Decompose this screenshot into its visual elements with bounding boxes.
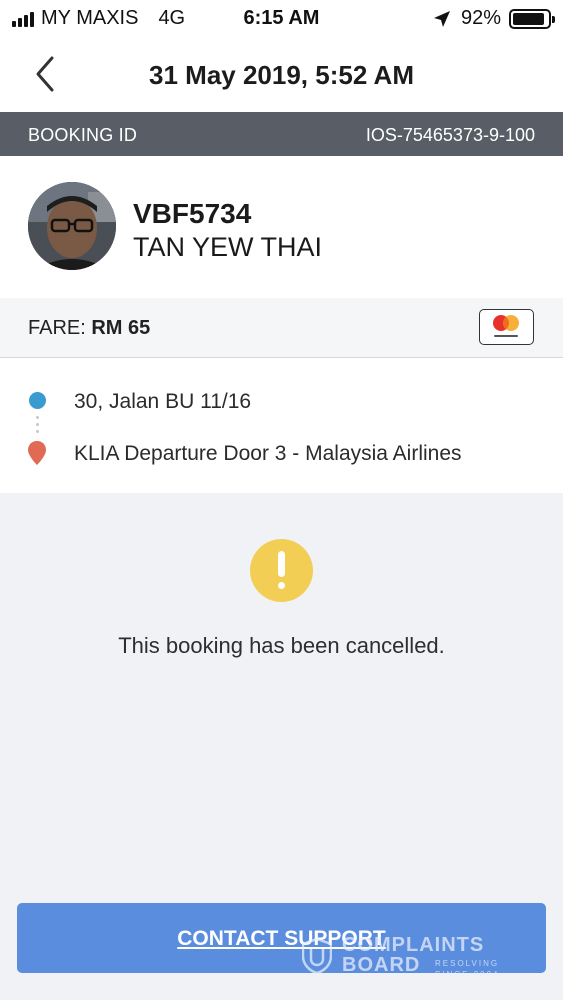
booking-id-value: IOS-75465373-9-100 (365, 125, 535, 145)
cancellation-message: This booking has been cancelled. (118, 633, 445, 658)
warning-icon (250, 539, 313, 602)
watermark-line2: BOARD (342, 954, 421, 976)
driver-card: VBF5734 TAN YEW THAI (0, 156, 563, 298)
fare-text: FARE: RM 65 (28, 317, 150, 340)
nav-bar: 31 May 2019, 5:52 AM (0, 36, 563, 112)
booking-id-label: BOOKING ID (28, 125, 138, 145)
shield-icon (302, 938, 332, 974)
route-card: 30, Jalan BU 11/16 KLIA Departure Door 3… (0, 358, 563, 493)
location-arrow-icon (433, 10, 450, 27)
battery-icon (509, 8, 555, 29)
status-right: 92% (433, 7, 555, 30)
fare-bar: FARE: RM 65 (0, 298, 563, 358)
battery-percent: 92% (460, 7, 501, 29)
complaints-board-watermark: COMPLAINTS BOARD RESOLVING SINCE 2004 (302, 934, 532, 980)
pickup-dot-icon (29, 392, 46, 409)
booking-id-bar: BOOKING ID IOS-75465373-9-100 (0, 112, 563, 156)
dropoff-pin-icon (28, 441, 46, 465)
fare-amount: RM 65 (91, 317, 151, 339)
driver-avatar (28, 182, 116, 270)
dropoff-address: KLIA Departure Door 3 - Malaysia Airline… (74, 442, 462, 465)
page-title: 31 May 2019, 5:52 AM (149, 60, 414, 90)
driver-name: TAN YEW THAI (133, 232, 323, 262)
watermark-tag2: SINCE 2004 (435, 970, 500, 979)
vehicle-plate: VBF5734 (133, 198, 252, 229)
watermark-tag1: RESOLVING (435, 959, 500, 968)
fare-label: FARE: (28, 317, 86, 339)
route-connector (36, 416, 39, 436)
status-bar: MY MAXIS 4G 6:15 AM 92% (0, 0, 563, 36)
pickup-address: 30, Jalan BU 11/16 (74, 390, 252, 413)
mastercard-icon (479, 309, 534, 345)
